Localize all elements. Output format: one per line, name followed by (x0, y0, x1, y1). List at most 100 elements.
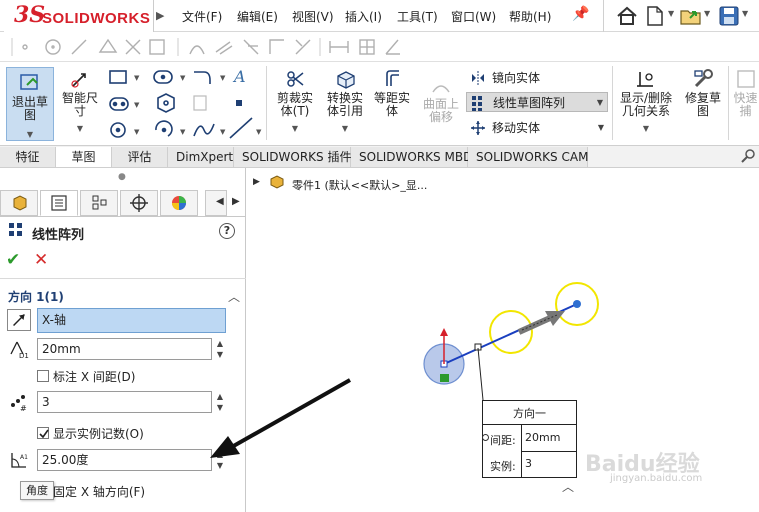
repair-sketch-label: 修复草 图 (684, 91, 721, 118)
save-icon[interactable] (716, 4, 742, 28)
spacing-spinner[interactable]: ▲ ▼ (214, 338, 226, 360)
linear-sketch-pattern-label: 线性草图阵列 (493, 96, 566, 110)
save-dropdown-icon[interactable]: ▼ (742, 9, 748, 18)
callout-radio[interactable] (482, 434, 489, 441)
menu-file[interactable]: 文件(F) (182, 8, 222, 25)
menu-help[interactable]: 帮助(H) (509, 8, 551, 25)
tab-property-manager[interactable] (40, 190, 78, 216)
dimension-x-spacing-checkbox[interactable] (37, 370, 49, 382)
smart-dimension-icon (71, 73, 86, 88)
spacing-icon: D1 (10, 341, 29, 360)
rapid-sketch-icon (736, 70, 755, 88)
rapid-sketch-label: 快速 捕 (733, 91, 758, 118)
svg-text:#: # (20, 404, 27, 413)
smart-dimension-button[interactable]: 智能尺 寸 ▼ (58, 68, 102, 135)
convert-entities-button[interactable]: 转换实 体引用 ▼ (322, 68, 368, 135)
relations-dropdown-icon[interactable]: ▼ (616, 122, 676, 135)
tab-display-manager[interactable] (160, 190, 198, 216)
menu-insert[interactable]: 插入(I) (345, 8, 382, 25)
exit-sketch-button[interactable]: 退出草 图 ▼ (6, 67, 54, 141)
solidworks-logo[interactable]: 3S SOLIDWORKS (4, 0, 154, 32)
callout-spacing-value[interactable]: 20mm (521, 425, 577, 451)
relations-icon (637, 72, 653, 87)
cancel-button[interactable]: ✕ (34, 250, 48, 270)
tab-evaluate[interactable]: 评估 (112, 147, 168, 167)
convert-entities-label: 转换实 体引用 (326, 91, 363, 118)
instances-input[interactable]: 3 (37, 391, 212, 413)
tab-solidworks-cam[interactable]: SOLIDWORKS CAM (468, 147, 588, 167)
home-icon[interactable] (614, 4, 640, 28)
svg-text:▼: ▼ (256, 128, 262, 136)
trim-dropdown-icon[interactable]: ▼ (272, 122, 318, 135)
menu-edit[interactable]: 编辑(E) (237, 8, 278, 25)
tab-feature-manager[interactable] (0, 190, 38, 216)
callout-instances-value[interactable]: 3 (521, 451, 577, 477)
sketch-entity-grid[interactable]: A ▼ ▼ ▼ ▼ ▼ ▼ ▼ ▼ (106, 66, 266, 142)
sketch-tools-strip[interactable] (0, 32, 440, 62)
tab-configuration-manager[interactable] (80, 190, 118, 216)
pin-icon[interactable]: 📌 (572, 6, 590, 24)
smart-dimension-dropdown-icon[interactable]: ▼ (58, 122, 102, 135)
new-dropdown-icon[interactable]: ▼ (668, 9, 674, 18)
angle-icon: A1 (11, 453, 28, 468)
open-folder-icon[interactable] (678, 4, 704, 28)
rapid-sketch-button[interactable]: 快速 捕 (732, 68, 759, 118)
trim-entities-icon (287, 71, 304, 87)
mirror-entities-button[interactable]: 镜向实体 (466, 68, 608, 88)
direction-drag-arrow-icon[interactable] (517, 311, 565, 335)
tab-dimxpert-manager[interactable] (120, 190, 158, 216)
direction-axis-field[interactable]: X-轴 (37, 308, 226, 333)
linear-sketch-pattern-button[interactable]: 线性草图阵列 ▼ (466, 92, 608, 112)
direction-1-heading[interactable]: 方向 1(1) (8, 288, 64, 305)
open-dropdown-icon[interactable]: ▼ (704, 9, 710, 18)
show-delete-relations-button[interactable]: 显示/删除 几何关系 ▼ (616, 68, 676, 135)
move-dropdown-icon[interactable]: ▼ (598, 118, 604, 138)
checkmark-icon (39, 429, 49, 439)
svg-text:A1: A1 (20, 454, 28, 461)
display-instance-count-checkbox[interactable] (37, 427, 49, 439)
tab-features[interactable]: 特征 (0, 147, 56, 167)
chevron-up-icon[interactable]: ︿ (562, 478, 574, 495)
offset-on-surface-button[interactable]: 曲面上 偏移 (418, 78, 464, 124)
fix-x-axis-label: 固定 X 轴方向(F) (53, 485, 146, 499)
spacing-input[interactable]: 20mm (37, 338, 212, 360)
mirror-entities-label: 镜向实体 (492, 71, 541, 85)
logo-expand-icon[interactable]: ▶ (156, 9, 164, 22)
linear-pattern-title-icon (9, 223, 22, 236)
linear-pattern-dropdown-icon[interactable]: ▼ (597, 93, 603, 113)
search-icon[interactable] (740, 148, 756, 164)
move-entities-label: 移动实体 (492, 121, 541, 135)
tab-solidworks-addins[interactable]: SOLIDWORKS 插件 (234, 147, 351, 167)
trim-entities-button[interactable]: 剪裁实 体(T) ▼ (272, 68, 318, 135)
repair-sketch-button[interactable]: 修复草 图 (680, 68, 726, 118)
reverse-direction-icon[interactable] (7, 309, 31, 331)
exit-sketch-dropdown-icon[interactable]: ▼ (7, 128, 53, 141)
feature-manager-icon (13, 195, 27, 211)
offset-entities-button[interactable]: 等距实 体 (370, 68, 414, 118)
angle-input[interactable]: 25.00度 (37, 449, 212, 471)
help-icon[interactable]: ? (219, 223, 235, 239)
convert-dropdown-icon[interactable]: ▼ (322, 122, 368, 135)
ok-button[interactable]: ✔ (6, 250, 20, 270)
instances-icon: # (11, 395, 27, 413)
dimension-x-spacing-label: 标注 X 间距(D) (53, 370, 136, 384)
tab-dimxpert[interactable]: DimXpert (168, 147, 234, 167)
menu-tools[interactable]: 工具(T) (397, 8, 438, 25)
menu-view[interactable]: 视图(V) (292, 8, 334, 25)
tab-solidworks-mbd[interactable]: SOLIDWORKS MBD (351, 147, 472, 167)
ribbon-separator (612, 66, 613, 140)
property-manager-icon (51, 195, 67, 211)
angle-tooltip: 角度 (20, 481, 54, 500)
linear-pattern-icon (472, 96, 482, 111)
tab-scroll-left-icon[interactable]: ◀ (216, 196, 224, 207)
collapse-icon[interactable]: ︿ (228, 288, 240, 305)
move-entities-button[interactable]: 移动实体 ▼ (466, 118, 608, 138)
tab-sketch[interactable]: 草图 (56, 147, 112, 167)
menu-window[interactable]: 窗口(W) (451, 8, 496, 25)
panel-handle-icon[interactable]: ● (118, 172, 126, 182)
direction-handle[interactable] (573, 300, 581, 308)
new-document-icon[interactable] (642, 4, 668, 28)
tab-scroll-right-icon[interactable]: ▶ (232, 196, 240, 207)
logo-prefix: 3S (14, 2, 46, 28)
svg-text:▼: ▼ (220, 128, 226, 136)
